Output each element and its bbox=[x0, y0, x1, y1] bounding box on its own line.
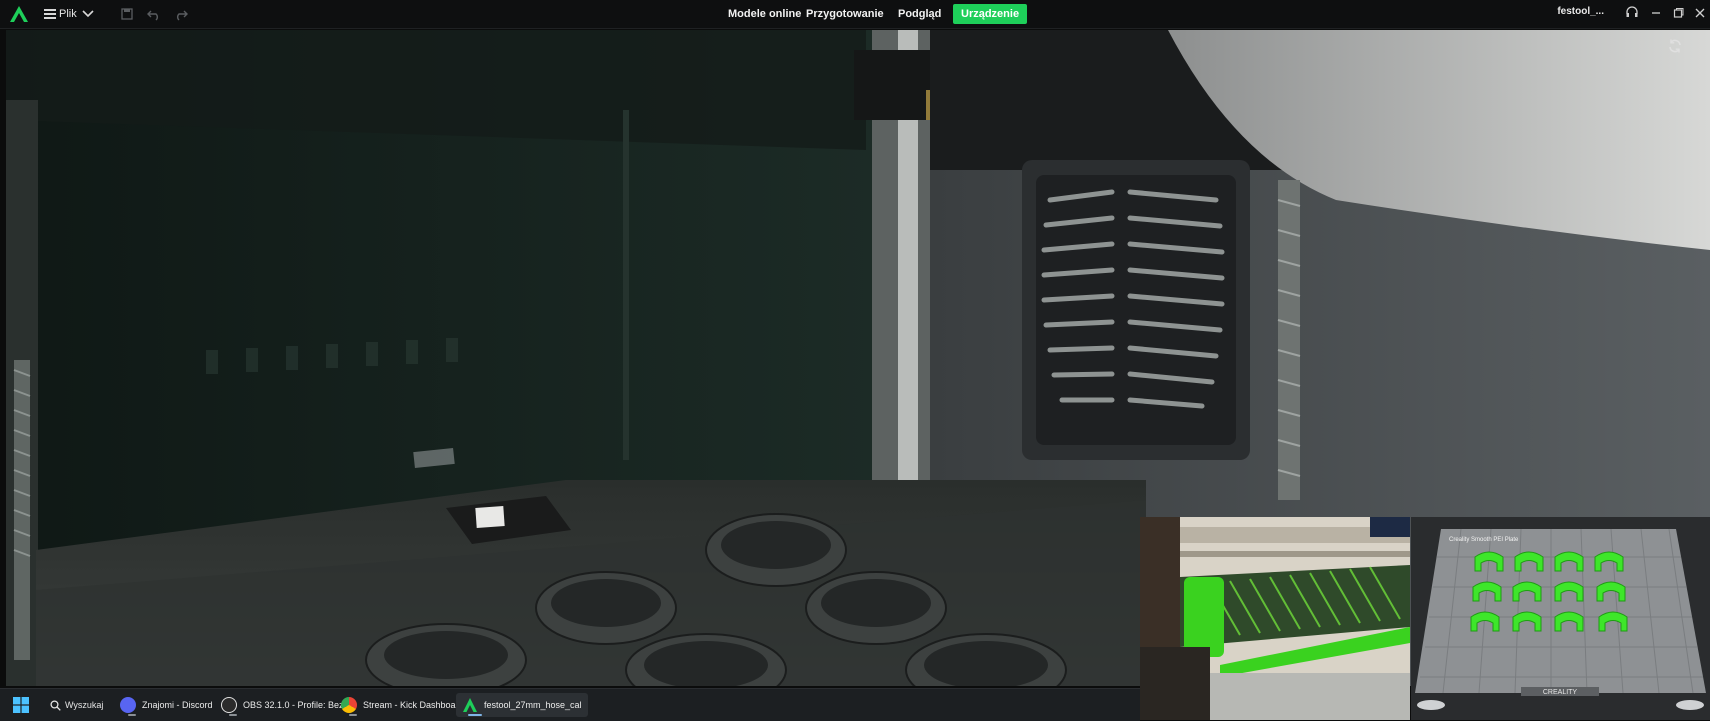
search-icon bbox=[50, 699, 61, 711]
taskbar-item-creality-print[interactable]: festool_27mm_hose_cal bbox=[456, 693, 588, 717]
windows-start-icon[interactable] bbox=[13, 697, 29, 713]
taskbar-item-obs[interactable]: OBS 32.1.0 - Profile: Bez bbox=[221, 693, 344, 717]
active-indicator bbox=[468, 714, 482, 716]
title-bar: Plik Modele online Przygotowanie Podgląd… bbox=[0, 0, 1710, 29]
plate-label: Creality Smooth PEI Plate bbox=[1449, 537, 1519, 543]
running-indicator bbox=[229, 714, 237, 716]
creality-print-icon bbox=[463, 698, 477, 712]
tab-podglad[interactable]: Podgląd bbox=[898, 4, 941, 24]
tab-przygotowanie[interactable]: Przygotowanie bbox=[806, 4, 884, 24]
tab-modele-online[interactable]: Modele online bbox=[728, 4, 801, 24]
taskbar-item-label: OBS 32.1.0 - Profile: Bez bbox=[243, 700, 344, 710]
tab-urzadzenie[interactable]: Urządzenie bbox=[953, 4, 1028, 24]
refresh-icon[interactable] bbox=[1667, 38, 1683, 54]
taskbar-item-label: Stream - Kick Dashboar bbox=[363, 700, 459, 710]
windows-taskbar: Wyszukaj Znajomi - Discord OBS 32.1.0 - … bbox=[0, 688, 1140, 721]
taskbar-item-discord[interactable]: Znajomi - Discord bbox=[120, 693, 213, 717]
plate-brand: CREALITY bbox=[1543, 689, 1578, 696]
close-icon[interactable] bbox=[1693, 6, 1707, 20]
search-label: Wyszukaj bbox=[65, 700, 104, 710]
running-indicator bbox=[349, 714, 357, 716]
taskbar-item-chrome[interactable]: Stream - Kick Dashboar bbox=[341, 693, 459, 717]
taskbar-item-label: Znajomi - Discord bbox=[142, 700, 213, 710]
obs-icon bbox=[221, 697, 237, 713]
minimize-icon[interactable] bbox=[1649, 6, 1663, 20]
pip-hose-photo bbox=[1140, 517, 1410, 720]
maximize-icon[interactable] bbox=[1671, 6, 1685, 20]
pip-build-plate-preview: Creality Smooth PEI Plate CREALITY bbox=[1411, 517, 1710, 720]
chrome-icon bbox=[341, 697, 357, 713]
running-indicator bbox=[128, 714, 136, 716]
support-headset-icon[interactable] bbox=[1625, 6, 1639, 20]
taskbar-item-label: festool_27mm_hose_cal bbox=[484, 700, 582, 710]
discord-icon bbox=[120, 697, 136, 713]
taskbar-search[interactable]: Wyszukaj bbox=[50, 696, 103, 714]
user-account[interactable]: festool_... bbox=[1557, 6, 1604, 17]
